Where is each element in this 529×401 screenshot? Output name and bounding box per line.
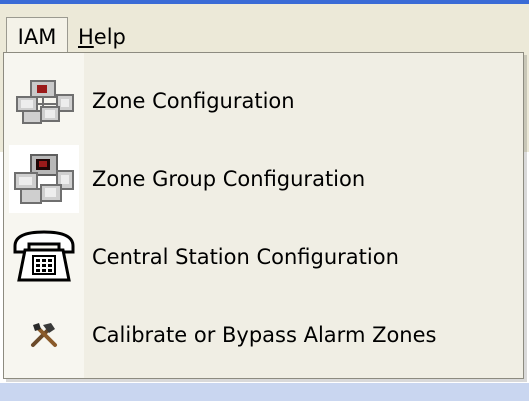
menu-item-central-station-configuration[interactable]: Central Station Configuration bbox=[4, 219, 523, 295]
menu-item-label: Zone Configuration bbox=[92, 89, 295, 113]
zone-group-icon bbox=[9, 145, 79, 213]
menu-help-accesskey: H bbox=[78, 25, 94, 49]
menu-iam-label: IAM bbox=[17, 24, 57, 49]
menu-help-label: elp bbox=[93, 25, 126, 49]
menu-item-label: Zone Group Configuration bbox=[92, 167, 366, 191]
menu-item-label: Calibrate or Bypass Alarm Zones bbox=[92, 323, 437, 347]
menu-item-label: Central Station Configuration bbox=[92, 245, 399, 269]
menu-item-calibrate-bypass-alarm-zones[interactable]: Calibrate or Bypass Alarm Zones bbox=[4, 297, 523, 373]
menu-item-zone-group-configuration[interactable]: Zone Group Configuration bbox=[4, 141, 523, 217]
menu-item-zone-configuration[interactable]: Zone Configuration bbox=[4, 63, 523, 139]
tools-icon bbox=[9, 301, 79, 369]
bottom-strip bbox=[0, 383, 529, 401]
zone-icon bbox=[9, 67, 79, 135]
menu-bar: IAM Help bbox=[0, 4, 529, 56]
menu-help[interactable]: Help bbox=[78, 21, 126, 53]
telephone-icon bbox=[9, 223, 79, 291]
iam-dropdown-menu: Zone Configuration Zone Group Configurat… bbox=[3, 52, 524, 379]
menu-iam[interactable]: IAM bbox=[6, 17, 68, 55]
